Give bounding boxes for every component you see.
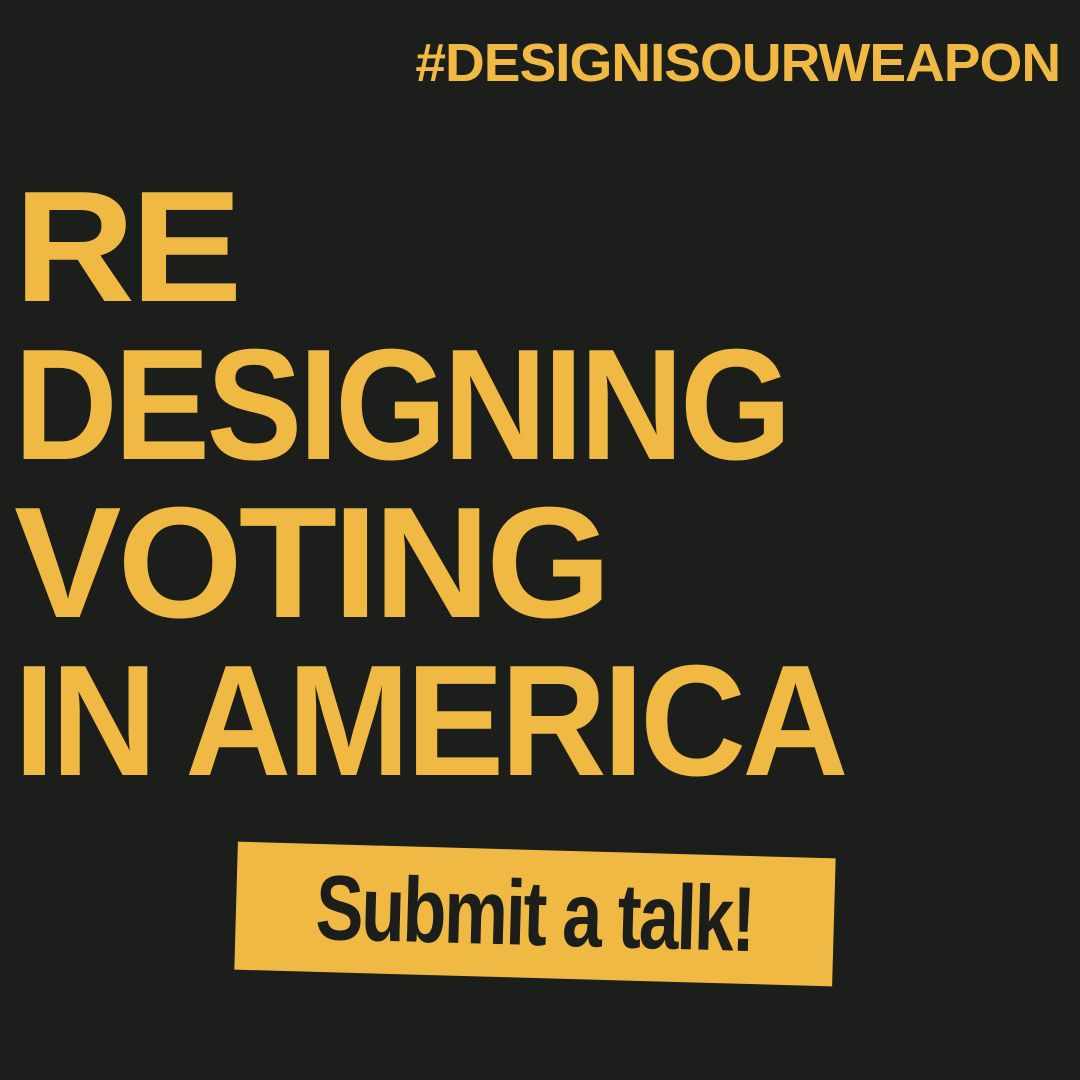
poster-canvas: #DESIGNISOURWEAPON RE DESIGNING VOTING I…: [0, 0, 1080, 1080]
hashtag-text: #DESIGNISOURWEAPON: [415, 33, 1061, 93]
headline-line-3: VOTING: [14, 475, 611, 651]
headline-line-2: DESIGNING: [14, 317, 792, 493]
submit-talk-label: Submit a talk!: [314, 856, 756, 972]
headline: RE DESIGNING VOTING IN AMERICA: [14, 168, 907, 800]
submit-talk-button[interactable]: Submit a talk!: [234, 841, 836, 987]
headline-line-4: IN AMERICA: [14, 633, 849, 809]
headline-line-1: RE: [14, 159, 242, 335]
